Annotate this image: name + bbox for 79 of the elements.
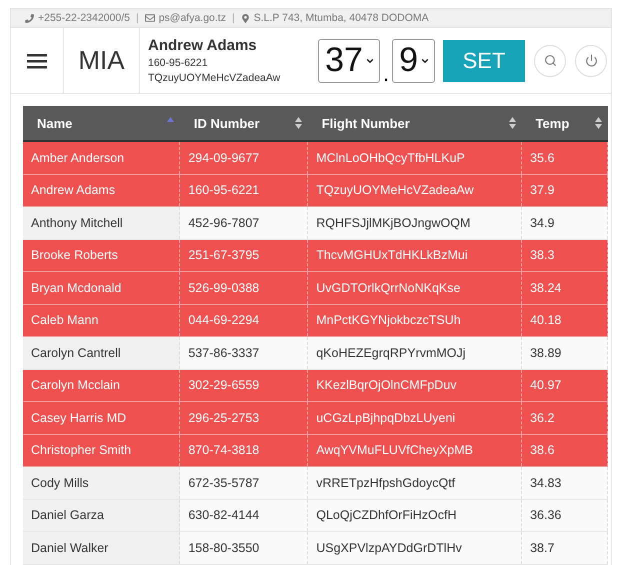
temp-cell: 38.7 xyxy=(522,532,608,564)
separator: | xyxy=(232,12,235,24)
id-number-cell: 302-29-6559 xyxy=(180,369,308,402)
id-number-cell: 630-82-4144 xyxy=(180,499,308,532)
patient-name-cell: Daniel Garza xyxy=(23,499,180,532)
column-header[interactable]: Temp xyxy=(522,106,608,141)
search-button[interactable] xyxy=(534,44,566,76)
id-number-cell: 526-99-0388 xyxy=(180,272,308,304)
power-icon xyxy=(584,54,598,67)
id-number-cell: 044-69-2294 xyxy=(180,304,308,336)
id-number-cell: 251-67-3795 xyxy=(180,239,308,272)
patient-name-cell: Andrew Adams xyxy=(23,174,180,206)
brand-name: MIA xyxy=(78,45,125,76)
patient-name-cell: Carolyn Mcclain xyxy=(23,369,180,402)
temp-cell: 40.97 xyxy=(522,369,608,402)
temp-cell: 38.24 xyxy=(522,272,608,304)
temp-cell: 34.83 xyxy=(522,466,608,499)
column-header[interactable]: ID Number xyxy=(180,106,308,141)
temp-cell: 38.3 xyxy=(522,239,608,272)
id-number-cell: 537-86-3337 xyxy=(180,336,308,369)
id-number-cell: 296-25-2753 xyxy=(180,402,308,434)
flight-number-cell: ThcvMGHUxTdHKLkBzMui xyxy=(308,239,522,272)
flight-number-cell: USgXPVlzpAYDdGrDTlHv xyxy=(308,532,522,564)
temperature-decimal-select[interactable]: 9 xyxy=(392,38,435,82)
patient-name-cell: Amber Anderson xyxy=(23,141,180,174)
flight-number-cell: vRRETpzHfpshGdoycQtf xyxy=(308,466,522,499)
phone-number: +255-22-2342000/5 xyxy=(38,12,130,24)
patient-name-cell: Bryan Mcdonald xyxy=(23,272,180,304)
patient-name-cell: Anthony Mitchell xyxy=(23,206,180,239)
decimal-point: . xyxy=(382,61,390,87)
sort-icon[interactable] xyxy=(508,117,516,129)
power-button[interactable] xyxy=(575,44,607,76)
flight-number-cell: qKoHEZEgrqRPYrvmMOJj xyxy=(308,336,522,369)
patient-name-cell: Carolyn Cantrell xyxy=(23,336,180,369)
temp-cell: 35.6 xyxy=(522,141,608,174)
postal-address: S.L.P 743, Mtumba, 40478 DODOMA xyxy=(254,12,429,24)
column-header[interactable]: Name xyxy=(23,106,180,141)
flight-number-cell: QLoQjCZDhfOrFiHzOcfH xyxy=(308,499,522,532)
column-header[interactable]: Flight Number xyxy=(308,106,522,141)
flight-number-cell: AwqYVMuFLUVfCheyXpMB xyxy=(308,434,522,466)
patient-name-cell: Cody Mills xyxy=(23,466,180,499)
sort-icon[interactable] xyxy=(294,117,302,129)
flight-number-cell: TQzuyUOYMeHcVZadeaAw xyxy=(308,174,522,206)
id-number-cell: 158-80-3550 xyxy=(180,532,308,564)
flight-number: TQzuyUOYMeHcVZadeaAw xyxy=(148,72,282,84)
flight-number-cell: MClnLoOHbQcyTfbHLKuP xyxy=(308,141,522,174)
envelope-icon xyxy=(144,13,155,23)
patient-name-cell: Caleb Mann xyxy=(23,304,180,336)
temp-cell: 37.9 xyxy=(522,174,608,206)
flight-number-cell: MnPctKGYNjokbczcTSUh xyxy=(308,304,522,336)
id-number-cell: 452-96-7807 xyxy=(180,206,308,239)
id-number-cell: 294-09-9677 xyxy=(180,141,308,174)
email-address: ps@afya.go.tz xyxy=(158,12,226,24)
patient-name: Andrew Adams xyxy=(148,37,258,54)
sort-icon[interactable] xyxy=(594,117,602,129)
flight-number-cell: uCGzLpBjhpqDbzLUyeni xyxy=(308,402,522,434)
menu-icon[interactable] xyxy=(27,52,47,68)
phone-icon xyxy=(25,14,34,22)
patient-name-cell: Brooke Roberts xyxy=(23,239,180,272)
location-pin-icon xyxy=(240,14,250,22)
patient-id: 160-95-6221 xyxy=(148,57,209,69)
patient-name-cell: Christopher Smith xyxy=(23,434,180,466)
temp-cell: 36.2 xyxy=(522,402,608,434)
temp-cell: 34.9 xyxy=(522,206,608,239)
separator: | xyxy=(136,12,139,24)
flight-number-cell: UvGDTOrlkQrrNoNKqKse xyxy=(308,272,522,304)
search-icon xyxy=(544,54,556,67)
id-number-cell: 870-74-3818 xyxy=(180,434,308,466)
flight-number-cell: RQHFSJjlMKjBOJngwOQM xyxy=(308,206,522,239)
id-number-cell: 672-35-5787 xyxy=(180,466,308,499)
temp-cell: 38.89 xyxy=(522,336,608,369)
id-number-cell: 160-95-6221 xyxy=(180,174,308,206)
temperature-whole-select[interactable]: 37 xyxy=(318,38,380,82)
patient-name-cell: Casey Harris MD xyxy=(23,402,180,434)
flight-number-cell: KKezlBqrOjOlnCMFpDuv xyxy=(308,369,522,402)
patient-name-cell: Daniel Walker xyxy=(23,532,180,564)
temp-cell: 40.18 xyxy=(522,304,608,336)
temp-cell: 36.36 xyxy=(522,499,608,532)
temp-cell: 38.6 xyxy=(522,434,608,466)
